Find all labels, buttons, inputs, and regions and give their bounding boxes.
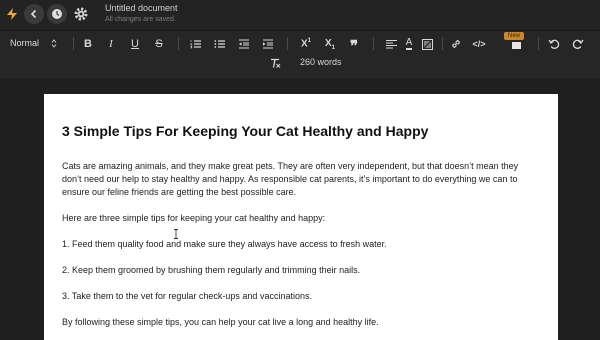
color-swatch-icon[interactable] — [512, 42, 521, 49]
top-bar: Untitled document All changes are saved. — [0, 0, 600, 30]
updown-arrows-icon — [51, 38, 57, 48]
bold-icon: B — [84, 38, 92, 50]
text-color-button[interactable]: A — [400, 35, 418, 53]
paragraph-style-select[interactable]: Normal — [10, 38, 57, 48]
paragraph[interactable]: Cats are amazing animals, and they make … — [62, 160, 540, 199]
bullet-list-button[interactable] — [211, 35, 229, 53]
clock-icon — [52, 9, 62, 19]
align-icon — [385, 39, 397, 49]
indent-button[interactable] — [259, 35, 277, 53]
strikethrough-button[interactable]: S — [150, 35, 168, 53]
clear-format-icon — [271, 58, 281, 68]
chevron-left-icon — [30, 9, 37, 19]
bullet-list-icon — [214, 40, 225, 48]
underline-icon: U — [131, 38, 139, 50]
formatting-toolbar: Normal B I U S X1 X1 ❞ A </> New 260 wor… — [0, 30, 600, 78]
toolbar-divider — [178, 37, 179, 50]
list-item[interactable]: 2. Keep them groomed by brushing them re… — [62, 264, 540, 277]
app-logo-icon[interactable] — [4, 6, 20, 22]
list-item[interactable]: 3. Take them to the vet for regular chec… — [62, 290, 540, 303]
clear-format-button[interactable] — [266, 54, 284, 72]
back-button[interactable] — [24, 4, 44, 24]
document-page[interactable]: 3 Simple Tips For Keeping Your Cat Healt… — [44, 94, 558, 340]
numbered-list-button[interactable] — [187, 35, 205, 53]
undo-button[interactable] — [545, 35, 563, 53]
bold-button[interactable]: B — [79, 35, 97, 53]
outdent-icon — [239, 39, 249, 49]
highlight-button[interactable] — [418, 35, 436, 53]
outdent-button[interactable] — [235, 35, 253, 53]
history-button[interactable] — [47, 4, 67, 24]
code-button[interactable]: </> — [470, 35, 488, 53]
italic-icon: I — [109, 38, 113, 50]
quote-icon: ❞ — [349, 39, 359, 55]
save-status: All changes are saved. — [105, 16, 176, 23]
toolbar-divider — [373, 37, 374, 50]
link-icon — [452, 40, 460, 48]
toolbar-divider — [287, 37, 288, 50]
subscript-icon: X1 — [324, 37, 335, 51]
superscript-icon: X1 — [300, 38, 311, 50]
list-item[interactable]: 1. Feed them quality food and make sure … — [62, 238, 540, 251]
redo-icon — [572, 39, 584, 49]
document-heading[interactable]: 3 Simple Tips For Keeping Your Cat Healt… — [62, 122, 540, 140]
subscript-button[interactable]: X1 — [321, 35, 339, 53]
toolbar-divider — [538, 37, 539, 50]
toolbar-divider — [73, 37, 74, 50]
document-title[interactable]: Untitled document — [105, 3, 178, 13]
toolbar-divider — [442, 37, 443, 50]
quote-button[interactable]: ❞ — [345, 35, 363, 55]
undo-icon — [548, 39, 560, 49]
strikethrough-icon: S — [155, 38, 163, 50]
superscript-button[interactable]: X1 — [297, 35, 315, 53]
link-button[interactable] — [447, 35, 465, 53]
highlight-icon — [421, 38, 433, 50]
indent-icon — [263, 39, 273, 49]
text-cursor-icon — [174, 229, 178, 239]
text-color-icon: A — [405, 37, 413, 50]
paragraph-style-value: Normal — [10, 38, 40, 48]
underline-button[interactable]: U — [126, 35, 144, 53]
paragraph[interactable]: By following these simple tips, you can … — [62, 316, 540, 329]
word-count: 260 words — [300, 57, 342, 67]
code-icon: </> — [472, 39, 486, 49]
redo-button[interactable] — [569, 35, 587, 53]
numbered-list-icon — [190, 40, 201, 49]
gear-icon[interactable] — [73, 6, 89, 22]
italic-button[interactable]: I — [102, 35, 120, 53]
align-button[interactable] — [382, 35, 400, 53]
paragraph[interactable]: Here are three simple tips for keeping y… — [62, 212, 540, 225]
new-feature-badge: New — [504, 32, 525, 40]
